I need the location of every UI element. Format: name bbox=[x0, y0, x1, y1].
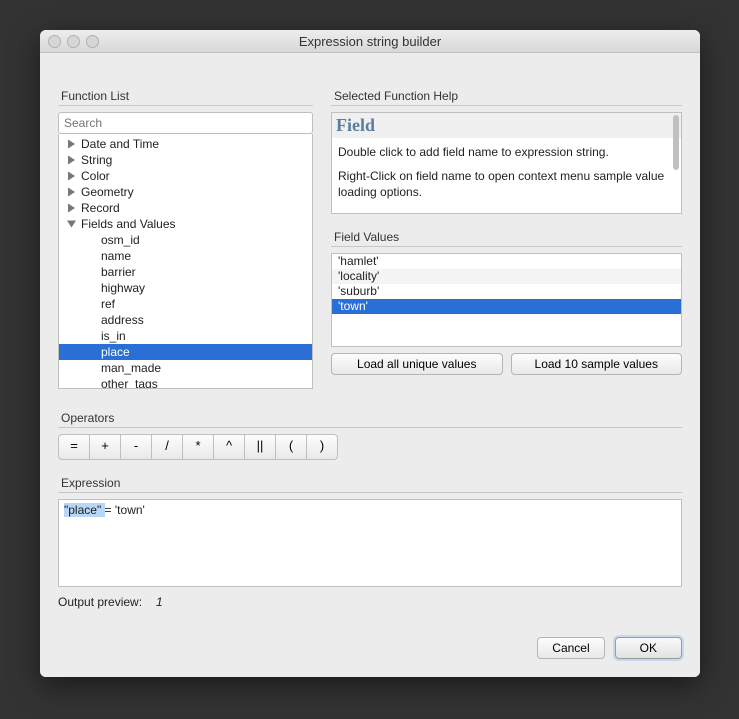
tree-field[interactable]: other_tags bbox=[59, 376, 312, 389]
tree-item-label: osm_id bbox=[101, 233, 140, 247]
tree-group[interactable]: String bbox=[59, 152, 312, 168]
tree-field[interactable]: osm_id bbox=[59, 232, 312, 248]
operator-row: =+-/*^||() bbox=[58, 434, 682, 460]
expression-rest: = 'town' bbox=[105, 503, 145, 517]
operator-button[interactable]: = bbox=[58, 434, 90, 460]
tree-item-label: Color bbox=[81, 169, 110, 183]
tree-item-label: Fields and Values bbox=[81, 217, 176, 231]
tree-item-label: barrier bbox=[101, 265, 136, 279]
caret-down-icon[interactable] bbox=[67, 220, 76, 229]
operator-button[interactable]: || bbox=[244, 434, 276, 460]
tree-group[interactable]: Geometry bbox=[59, 184, 312, 200]
tree-item-label: String bbox=[81, 153, 112, 167]
operator-button[interactable]: ^ bbox=[213, 434, 245, 460]
operators-label: Operators bbox=[58, 411, 682, 425]
help-label: Selected Function Help bbox=[331, 89, 682, 103]
tree-field[interactable]: place bbox=[59, 344, 312, 360]
tree-group[interactable]: Color bbox=[59, 168, 312, 184]
tree-group[interactable]: Record bbox=[59, 200, 312, 216]
field-values-list[interactable]: 'hamlet''locality''suburb''town' bbox=[331, 253, 682, 347]
tree-field[interactable]: address bbox=[59, 312, 312, 328]
dialog-window: Expression string builder Function List … bbox=[40, 30, 700, 677]
titlebar: Expression string builder bbox=[40, 30, 700, 53]
cancel-button[interactable]: Cancel bbox=[537, 637, 604, 659]
expression-label: Expression bbox=[58, 476, 682, 490]
ok-button[interactable]: OK bbox=[615, 637, 682, 659]
tree-item-label: other_tags bbox=[101, 377, 158, 389]
tree-item-label: ref bbox=[101, 297, 115, 311]
output-preview: Output preview: 1 bbox=[58, 595, 682, 609]
expression-input[interactable]: "place" = 'town' bbox=[58, 499, 682, 587]
help-line-2: Right-Click on field name to open contex… bbox=[338, 168, 675, 200]
traffic-lights bbox=[48, 35, 99, 48]
tree-group[interactable]: Date and Time bbox=[59, 136, 312, 152]
operator-button[interactable]: * bbox=[182, 434, 214, 460]
tree-item-label: name bbox=[101, 249, 131, 263]
help-body: Double click to add field name to expres… bbox=[338, 144, 675, 201]
tree-field[interactable]: name bbox=[59, 248, 312, 264]
tree-item-label: Geometry bbox=[81, 185, 134, 199]
operator-button[interactable]: / bbox=[151, 434, 183, 460]
function-list-label: Function List bbox=[58, 89, 313, 103]
help-scrollbar[interactable] bbox=[673, 115, 679, 170]
tree-field[interactable]: ref bbox=[59, 296, 312, 312]
tree-field[interactable]: barrier bbox=[59, 264, 312, 280]
tree-field[interactable]: highway bbox=[59, 280, 312, 296]
tree-item-label: address bbox=[101, 313, 144, 327]
field-value-item[interactable]: 'hamlet' bbox=[332, 254, 681, 269]
expression-highlight: "place" bbox=[64, 503, 105, 517]
help-line-1: Double click to add field name to expres… bbox=[338, 144, 675, 160]
dialog-footer: Cancel OK bbox=[58, 637, 682, 659]
field-value-item[interactable]: 'locality' bbox=[332, 269, 681, 284]
close-icon[interactable] bbox=[48, 35, 61, 48]
minimize-icon[interactable] bbox=[67, 35, 80, 48]
tree-item-label: Date and Time bbox=[81, 137, 159, 151]
help-group: Selected Function Help Field Double clic… bbox=[331, 81, 682, 214]
tree-field[interactable]: man_made bbox=[59, 360, 312, 376]
caret-right-icon[interactable] bbox=[67, 140, 76, 149]
operator-button[interactable]: ) bbox=[306, 434, 338, 460]
output-preview-value: 1 bbox=[156, 595, 163, 609]
field-value-item[interactable]: 'suburb' bbox=[332, 284, 681, 299]
caret-right-icon[interactable] bbox=[67, 188, 76, 197]
output-preview-label: Output preview: bbox=[58, 595, 142, 609]
field-values-label: Field Values bbox=[331, 230, 682, 244]
tree-group[interactable]: Fields and Values bbox=[59, 216, 312, 232]
tree-item-label: highway bbox=[101, 281, 145, 295]
tree-item-label: Record bbox=[81, 201, 120, 215]
help-title: Field bbox=[332, 113, 681, 138]
help-box: Field Double click to add field name to … bbox=[331, 112, 682, 214]
dialog-content: Function List Date and Time String Color Ge… bbox=[40, 53, 700, 677]
window-title: Expression string builder bbox=[40, 34, 700, 49]
search-input[interactable] bbox=[59, 113, 312, 133]
tree-field[interactable]: is_in bbox=[59, 328, 312, 344]
tree-item-label: is_in bbox=[101, 329, 126, 343]
tree-item-label: place bbox=[101, 345, 130, 359]
search-input-wrap bbox=[58, 112, 313, 134]
operators-group: Operators =+-/*^||() bbox=[58, 403, 682, 460]
tree-item-label: man_made bbox=[101, 361, 161, 375]
operator-button[interactable]: ( bbox=[275, 434, 307, 460]
function-list-group: Function List Date and Time String Color Ge… bbox=[58, 81, 313, 389]
caret-right-icon[interactable] bbox=[67, 172, 76, 181]
operator-button[interactable]: - bbox=[120, 434, 152, 460]
field-value-item[interactable]: 'town' bbox=[332, 299, 681, 314]
function-tree[interactable]: Date and Time String Color Geometry Record Fi… bbox=[58, 134, 313, 389]
load-all-button[interactable]: Load all unique values bbox=[331, 353, 503, 375]
operator-button[interactable]: + bbox=[89, 434, 121, 460]
field-values-group: Field Values 'hamlet''locality''suburb''… bbox=[331, 222, 682, 375]
zoom-icon[interactable] bbox=[86, 35, 99, 48]
caret-right-icon[interactable] bbox=[67, 156, 76, 165]
load-10-button[interactable]: Load 10 sample values bbox=[511, 353, 683, 375]
expression-group: Expression "place" = 'town' bbox=[58, 468, 682, 587]
caret-right-icon[interactable] bbox=[67, 204, 76, 213]
